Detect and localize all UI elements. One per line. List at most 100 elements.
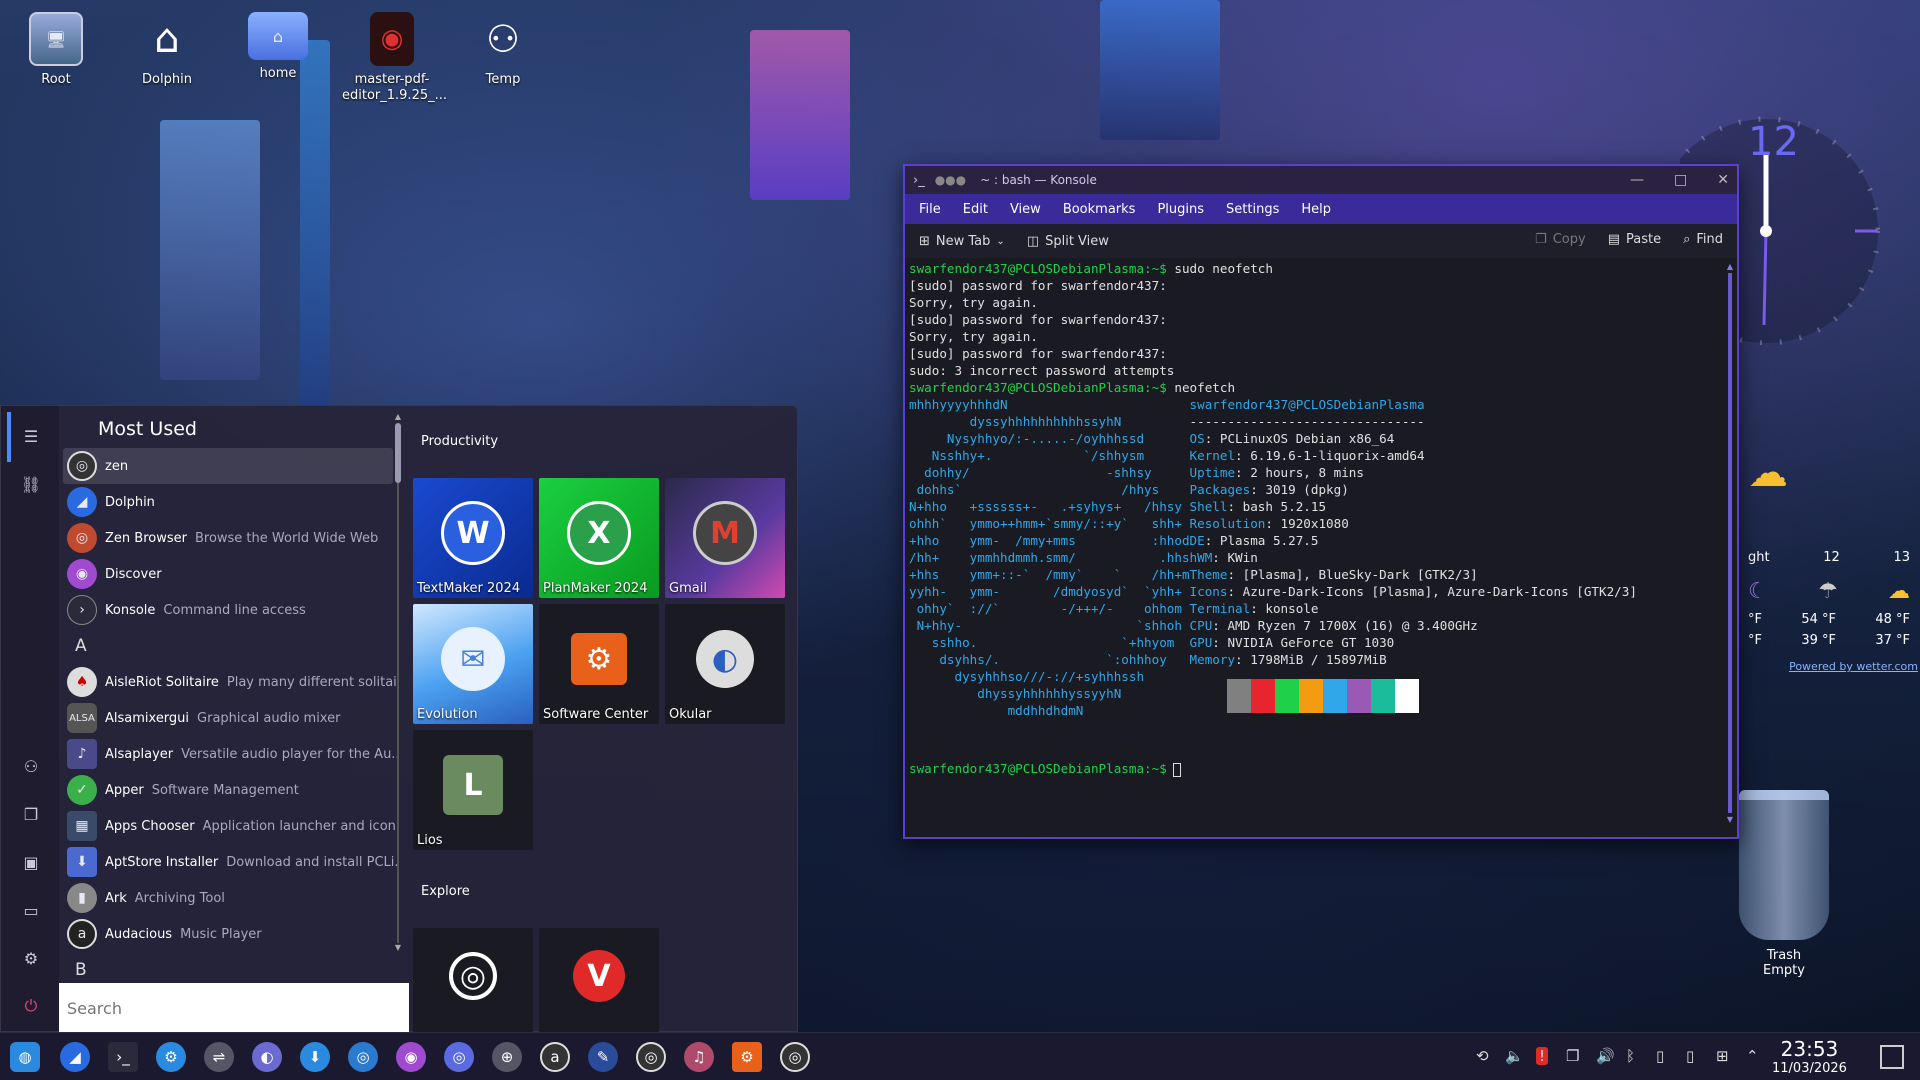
tile-planmaker[interactable]: X PlanMaker 2024: [539, 478, 659, 598]
software-center-icon: ⚙: [571, 633, 627, 686]
desktop-icon-master-pdf-editor[interactable]: ◉ master-pdf- editor_1.9.25_...: [342, 12, 447, 104]
new-tab-button[interactable]: ⊞ New Tab ⌄: [919, 234, 1005, 249]
launcher-icon[interactable]: ◍: [10, 1042, 40, 1072]
chevron-down-icon[interactable]: ⌄: [996, 236, 1004, 247]
user-icon[interactable]: ⚇: [17, 752, 45, 780]
tile-lios[interactable]: L Lios: [413, 730, 533, 850]
list-item[interactable]: ALSA Alsamixergui Graphical audio mixer: [63, 700, 397, 736]
list-item[interactable]: ▦ Apps Chooser Application launcher and ic…: [63, 808, 397, 844]
audacious-icon[interactable]: a: [540, 1042, 570, 1072]
digital-clock[interactable]: 23:53 11/03/2026: [1772, 1037, 1847, 1076]
volume-icon[interactable]: 🔈: [1505, 1047, 1524, 1065]
menu-help[interactable]: Help: [1301, 202, 1331, 217]
desktop-trash[interactable]: Trash Empty: [1730, 790, 1838, 978]
app-icon[interactable]: ◎: [444, 1042, 474, 1072]
weather-credit-link[interactable]: Powered by wetter.com: [1738, 660, 1920, 673]
terminal-scrollbar[interactable]: ▲ ▼: [1725, 262, 1735, 832]
kdeconnect-icon[interactable]: ⟲: [1476, 1047, 1489, 1065]
tile-evolution[interactable]: ✉ Evolution: [413, 604, 533, 724]
scrollbar-thumb[interactable]: [395, 423, 401, 483]
folder-icon[interactable]: ▭: [17, 896, 45, 924]
power-icon[interactable]: ⏻: [17, 992, 45, 1020]
menu-view[interactable]: View: [1010, 202, 1041, 217]
editor-icon[interactable]: ✎: [588, 1042, 618, 1072]
list-item[interactable]: ♪ Alsaplayer Versatile audio player for th…: [63, 736, 397, 772]
menu-settings[interactable]: Settings: [1226, 202, 1279, 217]
list-item[interactable]: › Konsole Command line access: [63, 592, 397, 628]
mixer-icon[interactable]: ⇌: [204, 1042, 234, 1072]
tile-vivaldi[interactable]: V: [539, 928, 659, 1033]
tree-view-icon[interactable]: ⛓: [17, 470, 45, 498]
tile-gmail[interactable]: M Gmail: [665, 478, 785, 598]
app-list-scrollbar[interactable]: ▲ ▼: [394, 412, 402, 972]
productivity-heading: Productivity: [421, 434, 499, 449]
copy-button[interactable]: ❐ Copy: [1535, 232, 1586, 247]
paste-button[interactable]: ▤ Paste: [1608, 232, 1661, 247]
apper-icon: ✓: [67, 775, 97, 805]
konsole-icon[interactable]: ›_: [108, 1042, 138, 1072]
settings-icon[interactable]: ⚙: [17, 944, 45, 972]
search-icon: ⌕: [1683, 232, 1691, 247]
download-icon[interactable]: ⬇: [300, 1042, 330, 1072]
section-letter: A: [75, 636, 87, 656]
browser-icon[interactable]: ◐: [252, 1042, 282, 1072]
terminal-line: sudo: 3 incorrect password attempts: [909, 363, 1175, 378]
tile-zen[interactable]: ◎: [413, 928, 533, 1033]
list-item[interactable]: ◢ Dolphin: [63, 484, 397, 520]
list-item[interactable]: ▮ Ark Archiving Tool: [63, 880, 397, 916]
battery-icon[interactable]: ▯: [1686, 1047, 1694, 1065]
chevron-up-icon[interactable]: ⌃: [1746, 1047, 1759, 1065]
minimize-icon[interactable]: —: [1630, 172, 1644, 188]
dolphin-icon[interactable]: ◢: [60, 1042, 90, 1072]
globe-icon[interactable]: ⊕: [492, 1042, 522, 1072]
split-view-button[interactable]: ◫ Split View: [1027, 234, 1109, 249]
scroll-up-icon[interactable]: ▲: [1725, 262, 1735, 271]
list-item[interactable]: ✓ Apper Software Management: [63, 772, 397, 808]
web-icon[interactable]: ◎: [348, 1042, 378, 1072]
network-icon[interactable]: ⊞: [1716, 1047, 1729, 1065]
settings-icon[interactable]: ⚙: [156, 1042, 186, 1072]
list-view-icon[interactable]: ☰: [17, 422, 45, 450]
list-item[interactable]: ◎ Zen Browser Browse the World Wide Web: [63, 520, 397, 556]
menu-edit[interactable]: Edit: [963, 202, 988, 217]
maximize-icon[interactable]: □: [1674, 172, 1687, 188]
title-bar[interactable]: ›_ ●●● ~ : bash — Konsole — □ ✕: [905, 166, 1737, 194]
tile-software-center[interactable]: ⚙ Software Center: [539, 604, 659, 724]
list-item[interactable]: ⬇ AptStore Installer Download and install …: [63, 844, 397, 880]
show-desktop-icon[interactable]: [1880, 1045, 1904, 1069]
discover-icon[interactable]: ◉: [396, 1042, 426, 1072]
close-icon[interactable]: ✕: [1717, 172, 1729, 188]
clipboard-icon[interactable]: ❐: [1566, 1047, 1579, 1065]
usb-icon[interactable]: ▯: [1656, 1047, 1664, 1065]
music-icon[interactable]: ♫: [684, 1042, 714, 1072]
desktop-icon-dolphin[interactable]: ⌂ Dolphin: [117, 12, 217, 88]
desktop-icon-home[interactable]: ⌂ home: [228, 12, 328, 82]
weather-low: 37 °F: [1875, 633, 1910, 648]
terminal-output[interactable]: swarfendor437@PCLOSDebianPlasma:~$ sudo …: [909, 260, 1719, 830]
tile-okular[interactable]: ◐ Okular: [665, 604, 785, 724]
zen-browser-icon[interactable]: ◎: [780, 1042, 810, 1072]
scroll-up-icon[interactable]: ▲: [394, 412, 402, 421]
list-item[interactable]: ◎ zen: [63, 448, 393, 484]
pictures-icon[interactable]: ▣: [17, 848, 45, 876]
list-item[interactable]: ◉ Discover: [63, 556, 397, 592]
find-button[interactable]: ⌕ Find: [1683, 232, 1723, 247]
desktop-icon-root[interactable]: 🖥 Root: [6, 12, 106, 88]
scroll-down-icon[interactable]: ▼: [394, 943, 402, 952]
desktop-icon-temp[interactable]: ⚇ Temp: [453, 12, 553, 88]
bluetooth-icon[interactable]: ᛒ: [1626, 1047, 1635, 1065]
documents-icon[interactable]: ❐: [17, 800, 45, 828]
speaker-icon[interactable]: 🔊: [1596, 1047, 1615, 1065]
scrollbar-thumb[interactable]: [1728, 273, 1732, 813]
menu-file[interactable]: File: [919, 202, 941, 217]
list-item[interactable]: ♠ AisleRiot Solitaire Play many different …: [63, 664, 397, 700]
notification-icon[interactable]: !: [1536, 1047, 1549, 1065]
menu-plugins[interactable]: Plugins: [1157, 202, 1204, 217]
list-item[interactable]: a Audacious Music Player: [63, 916, 397, 952]
zen-icon[interactable]: ◎: [636, 1042, 666, 1072]
software-center-icon[interactable]: ⚙: [732, 1042, 762, 1072]
menu-bookmarks[interactable]: Bookmarks: [1063, 202, 1136, 217]
scroll-down-icon[interactable]: ▼: [1725, 815, 1735, 824]
tile-textmaker[interactable]: W TextMaker 2024: [413, 478, 533, 598]
search-input[interactable]: [59, 983, 409, 1033]
